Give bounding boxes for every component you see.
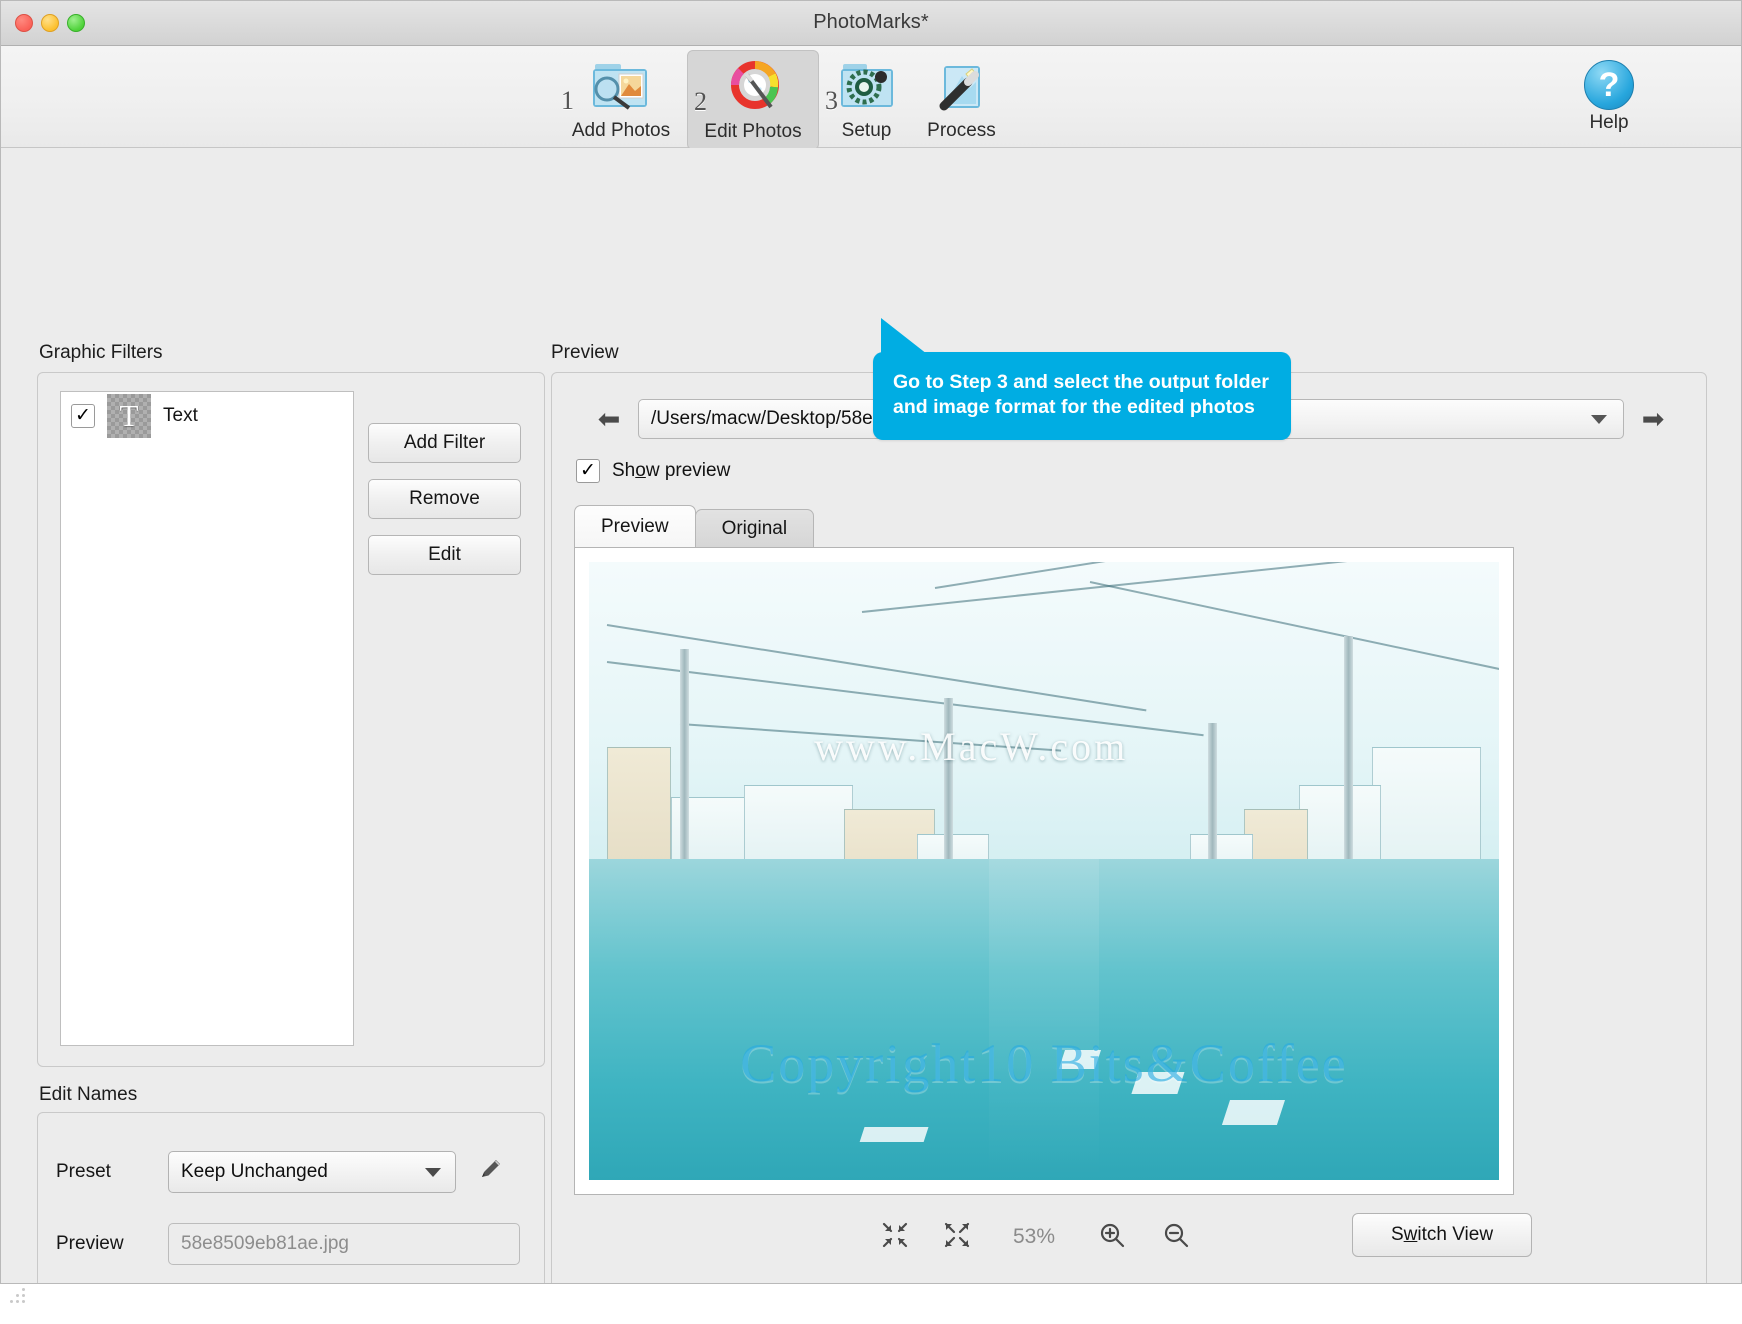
add-photos-icon: 1: [555, 56, 687, 118]
callout-text: Go to Step 3 and select the output folde…: [893, 371, 1269, 418]
help-label: Help: [1545, 112, 1673, 140]
tab-preview[interactable]: Preview: [574, 505, 696, 547]
fit-shrink-icon[interactable]: [882, 1222, 908, 1252]
preview-panel: ⬅ /Users/macw/Desktop/58e8509eb81ae.jpg …: [551, 372, 1707, 1284]
chevron-down-icon[interactable]: [1591, 415, 1607, 424]
toolbar-label-add-photos: Add Photos: [555, 120, 687, 148]
show-preview-checkbox[interactable]: ✓: [576, 459, 600, 483]
list-item[interactable]: ✓ T Text: [61, 392, 353, 440]
preview-section-title: Preview: [551, 342, 619, 364]
edit-names-title: Edit Names: [39, 1084, 137, 1106]
photo-road: [589, 859, 1499, 1180]
help-button[interactable]: ? Help: [1545, 56, 1673, 140]
show-preview-checkbox-row[interactable]: ✓ Show preview: [576, 459, 730, 483]
toolbar-badge-3: 3: [825, 86, 838, 116]
app-window: PhotoMarks*: [0, 0, 1742, 1284]
content-area: Graphic Filters ✓ T Text Add Filter Remo…: [1, 148, 1741, 1284]
tab-original[interactable]: Original: [695, 509, 814, 547]
edit-filter-button[interactable]: Edit: [368, 535, 521, 575]
step-hint-callout[interactable]: Go to Step 3 and select the output folde…: [873, 352, 1291, 440]
toolbar-item-process[interactable]: Process: [914, 50, 1009, 148]
preview-name-field[interactable]: 58e8509eb81ae.jpg: [168, 1223, 520, 1265]
toolbar-badge-1: 1: [561, 86, 574, 116]
pencil-icon[interactable]: [478, 1156, 504, 1189]
watermark-macw: www.MacW.com: [644, 723, 1299, 770]
filter-label: Text: [163, 405, 198, 427]
next-photo-arrow-icon[interactable]: ➡: [1632, 406, 1674, 433]
filter-checkbox[interactable]: ✓: [71, 404, 95, 428]
graphic-filters-title: Graphic Filters: [39, 342, 163, 364]
toolbar-label-setup: Setup: [819, 120, 914, 148]
preset-row: Preset Keep Unchanged: [56, 1151, 504, 1193]
preview-photo[interactable]: www.MacW.com Copyright10 Bits&Coffee: [589, 562, 1499, 1180]
preview-name-row: Preview 58e8509eb81ae.jpg: [56, 1223, 520, 1265]
watermark-copyright: Copyright10 Bits&Coffee: [589, 1032, 1499, 1094]
toolbar-label-edit-photos: Edit Photos: [688, 121, 818, 149]
setup-icon: 3: [819, 56, 914, 118]
fit-expand-icon[interactable]: [944, 1222, 970, 1252]
toolbar-label-process: Process: [914, 120, 1009, 148]
chevron-down-icon: [425, 1168, 441, 1177]
show-preview-label: Show preview: [612, 460, 730, 482]
process-icon: [914, 56, 1009, 118]
zoom-level-value: 53%: [1006, 1225, 1062, 1249]
window-bottom-strip: [0, 1284, 1742, 1324]
titlebar: PhotoMarks*: [1, 1, 1741, 46]
preset-label: Preset: [56, 1161, 168, 1183]
previous-photo-arrow-icon[interactable]: ⬅: [588, 406, 630, 433]
toolbar-item-add-photos[interactable]: 1 Add Photos: [555, 50, 687, 148]
main-toolbar: 1 Add Photos: [1, 46, 1741, 148]
preview-name-label: Preview: [56, 1233, 168, 1255]
zoom-in-icon[interactable]: [1098, 1221, 1126, 1253]
switch-view-button[interactable]: Switch View: [1352, 1213, 1532, 1257]
window-title: PhotoMarks*: [1, 11, 1741, 34]
edit-names-panel: Preset Keep Unchanged Preview 58e8509eb8…: [37, 1112, 545, 1284]
help-icon: ?: [1584, 60, 1634, 110]
remove-filter-button[interactable]: Remove: [368, 479, 521, 519]
text-filter-icon: T: [107, 394, 151, 438]
preset-select[interactable]: Keep Unchanged: [168, 1151, 456, 1193]
callout-tail-icon: [881, 318, 927, 354]
preview-tabs: Preview Original: [574, 505, 814, 547]
preview-image-frame: www.MacW.com Copyright10 Bits&Coffee: [574, 547, 1514, 1195]
preset-value: Keep Unchanged: [181, 1161, 328, 1183]
zoom-controls: 53%: [882, 1221, 1190, 1253]
filter-actions: Add Filter Remove Edit: [368, 423, 521, 575]
graphic-filters-panel: ✓ T Text Add Filter Remove Edit: [37, 372, 545, 1067]
resize-grip[interactable]: [10, 1288, 28, 1306]
toolbar-item-setup[interactable]: 3 Setup: [819, 50, 914, 148]
add-filter-button[interactable]: Add Filter: [368, 423, 521, 463]
zoom-out-icon[interactable]: [1162, 1221, 1190, 1253]
toolbar-item-edit-photos[interactable]: 2 Edit Photos: [687, 50, 819, 150]
toolbar-badge-2: 2: [694, 87, 707, 117]
edit-photos-icon: 2: [688, 57, 818, 119]
filter-list[interactable]: ✓ T Text: [60, 391, 354, 1046]
